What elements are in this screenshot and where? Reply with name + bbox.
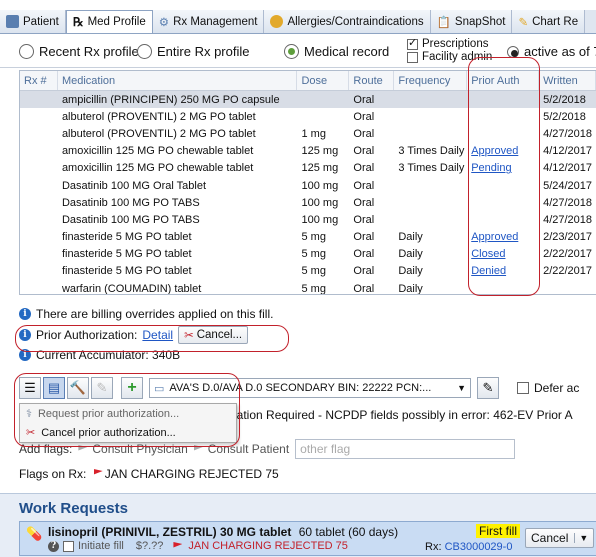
initiate-fill-checkbox[interactable]: [63, 540, 74, 552]
tab-patient[interactable]: Patient: [0, 10, 66, 33]
cell-med: albuterol (PROVENTIL) 2 MG PO tablet: [61, 110, 256, 123]
cell-dose: 125 mg: [301, 145, 339, 158]
patient-icon: [6, 15, 19, 28]
defer-checkbox[interactable]: Defer ac: [517, 381, 579, 395]
cell-dose: 5 mg: [301, 282, 326, 295]
tab-bar: Patient ℞ Med Profile ⚙ Rx Management Alle…: [0, 10, 596, 34]
flags-on-rx-row: Flags on Rx: JAN CHARGING REJECTED 75: [19, 467, 279, 481]
col-dose[interactable]: Dose: [297, 71, 350, 90]
cell-dose: 5 mg: [301, 265, 326, 278]
prescriptions-checkbox[interactable]: Prescriptions: [407, 37, 492, 51]
cell-med: ampicillin (PRINCIPEN) 250 MG PO capsule: [61, 93, 280, 106]
allergy-icon: [270, 15, 284, 28]
prior-auth-line-highlight: [15, 325, 289, 352]
snapshot-icon: 📋: [436, 16, 451, 29]
cell-written: 4/27/2018: [543, 127, 593, 140]
cell-route: Oral: [353, 162, 375, 175]
tab-snapshot[interactable]: 📋 SnapShot: [430, 10, 513, 33]
medical-record-radio[interactable]: Medical record: [284, 44, 389, 59]
tab-med-profile[interactable]: ℞ Med Profile: [65, 10, 153, 33]
entire-rx-profile-radio[interactable]: Entire Rx profile: [137, 44, 249, 59]
col-written[interactable]: Written: [539, 71, 596, 90]
tab-rx-management[interactable]: ⚙ Rx Management: [152, 10, 265, 33]
cell-dose: 5 mg: [301, 231, 326, 244]
prior-auth-highlight: [468, 57, 540, 296]
col-route[interactable]: Route: [349, 71, 395, 90]
cell-route: Oral: [353, 248, 375, 261]
cell-written: 5/2/2018: [543, 93, 586, 106]
rx-management-icon: ⚙: [158, 16, 170, 29]
claim-error-text: ization Required - NCPDP fields possibly…: [228, 408, 573, 422]
cell-freq: 3 Times Daily: [398, 162, 465, 175]
cell-med: Dasatinib 100 MG PO TABS: [61, 213, 200, 226]
cell-med: warfarin (COUMADIN) tablet: [61, 282, 202, 295]
cell-freq: Daily: [398, 282, 423, 295]
cell-freq: Daily: [398, 231, 423, 244]
flag-icon: [173, 542, 183, 548]
col-frequency[interactable]: Frequency: [394, 71, 468, 90]
cell-med: finasteride 5 MG PO tablet: [61, 248, 192, 261]
cell-route: Oral: [353, 265, 375, 278]
cell-route: Oral: [353, 196, 375, 209]
cell-route: Oral: [353, 179, 375, 192]
tab-allergies[interactable]: Allergies/Contraindications: [264, 10, 431, 33]
cell-route: Oral: [353, 110, 375, 123]
toolbar-menu-highlight: [14, 373, 240, 447]
cell-med: amoxicillin 125 MG PO chewable tablet: [61, 162, 254, 175]
cell-dose: 100 mg: [301, 179, 339, 192]
other-flag-input[interactable]: other flag: [295, 439, 516, 459]
col-medication[interactable]: Medication: [58, 71, 298, 90]
cell-freq: 3 Times Daily: [398, 145, 465, 158]
work-request-quantity: 60 tablet (60 days): [298, 525, 399, 539]
cell-written: 4/12/2017: [543, 162, 593, 175]
cell-med: amoxicillin 125 MG PO chewable tablet: [61, 145, 254, 158]
flag-icon: [93, 469, 103, 475]
cell-med: albuterol (PROVENTIL) 2 MG PO tablet: [61, 127, 256, 140]
cell-written: 2/22/2017: [543, 248, 593, 261]
cell-written: 4/12/2017: [543, 145, 593, 158]
cell-dose: 1 mg: [301, 127, 326, 140]
cell-route: Oral: [353, 231, 375, 244]
cell-route: Oral: [353, 127, 375, 140]
first-fill-badge: First fill: [476, 524, 520, 538]
work-request-medication: lisinopril (PRINIVIL, ZESTRIL) 30 MG tab…: [48, 525, 292, 539]
cell-route: Oral: [353, 282, 375, 295]
help-icon: ?: [48, 540, 59, 552]
cell-route: Oral: [353, 213, 375, 226]
billing-overrides-note: i There are billing overrides applied on …: [19, 305, 596, 323]
cell-written: 4/27/2018: [543, 196, 593, 209]
edit-payer-icon[interactable]: ✎: [477, 377, 499, 399]
cell-written: 2/22/2017: [543, 265, 593, 278]
cell-med: Dasatinib 100 MG PO TABS: [61, 196, 200, 209]
cell-med: finasteride 5 MG PO tablet: [61, 231, 192, 244]
work-request-item[interactable]: 💊 lisinopril (PRINIVIL, ZESTRIL) 30 MG t…: [19, 521, 596, 556]
cell-dose: 5 mg: [301, 248, 326, 261]
chevron-down-icon: ▼: [574, 533, 588, 543]
cell-dose: 100 mg: [301, 213, 339, 226]
rx-number-link[interactable]: CB3000029-0: [445, 541, 513, 553]
cell-med: Dasatinib 100 MG Oral Tablet: [61, 179, 207, 192]
cell-written: 5/24/2017: [543, 179, 593, 192]
cell-freq: Daily: [398, 248, 423, 261]
info-icon: i: [19, 308, 31, 320]
cell-written: 2/23/2017: [543, 231, 593, 244]
work-requests-title: Work Requests: [19, 500, 128, 517]
work-request-cancel-button[interactable]: Cancel ▼: [525, 528, 595, 548]
chart-review-icon: ✎: [518, 16, 529, 29]
cell-freq: Daily: [398, 265, 423, 278]
pill-icon: 💊: [26, 526, 43, 541]
cell-dose: 100 mg: [301, 196, 339, 209]
recent-rx-profile-radio[interactable]: Recent Rx profile: [19, 44, 139, 59]
cell-med: finasteride 5 MG PO tablet: [61, 265, 192, 278]
cell-route: Oral: [353, 93, 375, 106]
tab-chart-review[interactable]: ✎ Chart Re: [512, 10, 586, 33]
cell-written: 4/27/2018: [543, 213, 593, 226]
chevron-down-icon: ▼: [457, 383, 466, 393]
col-rx-number[interactable]: Rx #: [20, 71, 58, 90]
work-requests-panel: Work Requests 💊 lisinopril (PRINIVIL, ZE…: [0, 493, 596, 557]
rx-icon: ℞: [72, 15, 84, 29]
cell-written: 5/2/2018: [543, 110, 586, 123]
cell-dose: 125 mg: [301, 162, 339, 175]
cell-route: Oral: [353, 145, 375, 158]
